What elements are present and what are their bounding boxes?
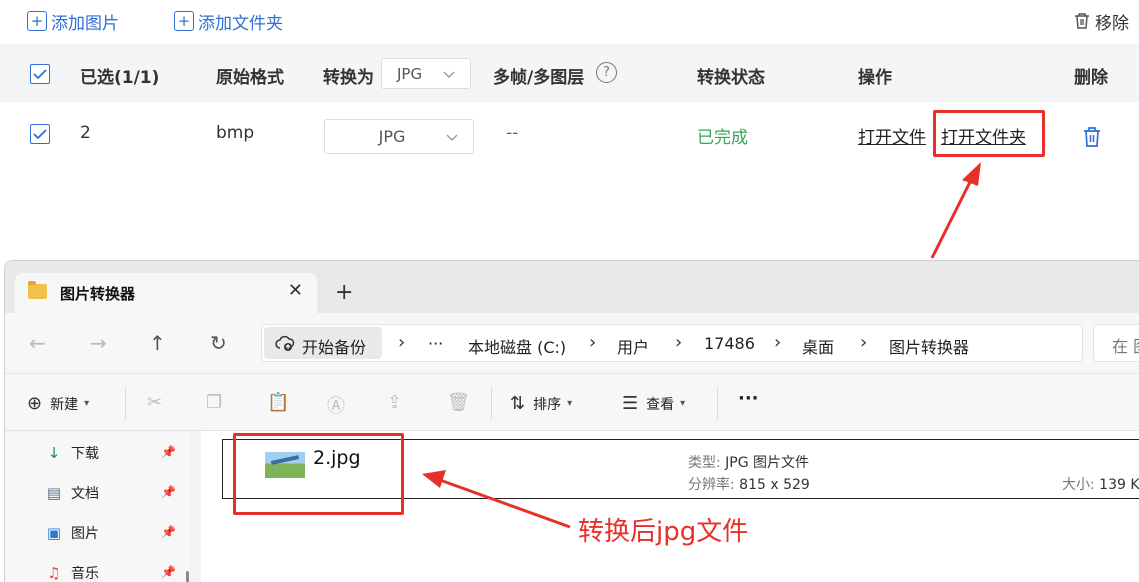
screenshot-root: + 添加图片 + 添加文件夹 移除 已选(1/1) 原始格式 转换为 JPG 多… (0, 0, 1139, 582)
arrow-to-open-folder (930, 162, 981, 259)
arrow-to-file (422, 470, 571, 529)
annotation-arrows (422, 162, 981, 529)
